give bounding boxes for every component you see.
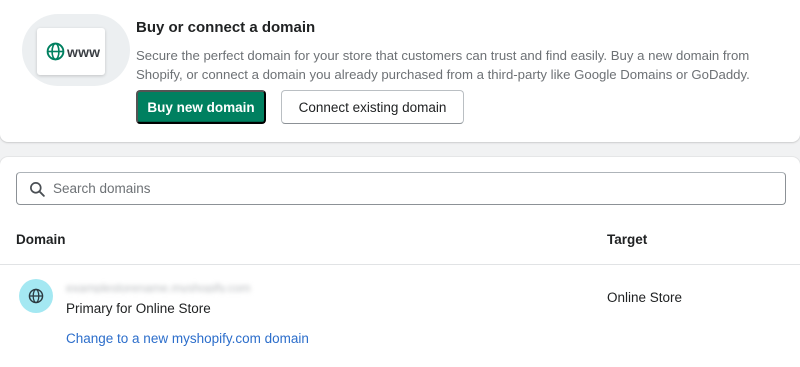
globe-icon <box>46 42 65 61</box>
header-divider <box>0 264 800 265</box>
promo-title: Buy or connect a domain <box>136 19 316 36</box>
search-field[interactable] <box>16 172 786 205</box>
buy-connect-domain-card: www Buy or connect a domain Secure the p… <box>0 0 800 142</box>
change-myshopify-domain-link[interactable]: Change to a new myshopify.com domain <box>66 331 309 346</box>
domain-primary-label: Primary for Online Store <box>66 301 211 316</box>
buy-new-domain-button[interactable]: Buy new domain <box>136 90 266 124</box>
target-column-header[interactable]: Target <box>607 232 647 247</box>
domains-list-card: Domain Target examplestorename.myshopify… <box>0 157 800 367</box>
domain-column-header[interactable]: Domain <box>16 232 66 247</box>
domain-name[interactable]: examplestorename.myshopify.com <box>66 281 279 293</box>
illustration-www-text: www <box>67 44 101 60</box>
promo-description: Secure the perfect domain for your store… <box>136 48 750 82</box>
search-input[interactable] <box>53 173 773 204</box>
globe-icon <box>28 288 44 304</box>
search-icon <box>30 182 45 197</box>
domain-avatar <box>19 279 53 313</box>
connect-existing-domain-button[interactable]: Connect existing domain <box>281 90 464 124</box>
domain-target: Online Store <box>607 290 683 305</box>
